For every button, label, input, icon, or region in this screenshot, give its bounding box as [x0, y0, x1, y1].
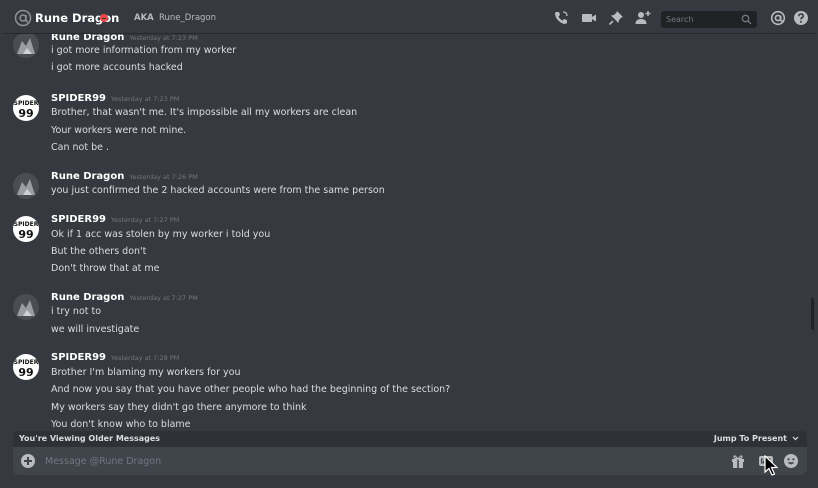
message-author[interactable]: Rune Dragon Yesterday at 7:27 PM — [51, 292, 198, 303]
avatar-text-top: SPIDER — [14, 221, 39, 228]
message-timestamp: Yesterday at 7:23 PM — [111, 95, 180, 103]
message-text: Ok if 1 acc was stolen by my worker i to… — [51, 229, 271, 240]
message-text: you just confirmed the 2 hacked accounts… — [51, 185, 385, 196]
message-text: Your workers were not mine. — [51, 125, 187, 136]
upload-plus-icon[interactable] — [21, 454, 35, 468]
avatar-text-bottom: 99 — [18, 228, 33, 241]
message-text: Don't throw that at me — [51, 263, 160, 274]
message-text: You don't know who to blame — [51, 419, 191, 430]
at-sign-icon — [14, 9, 32, 27]
video-icon[interactable] — [581, 10, 597, 26]
jump-to-present-button[interactable]: Jump To Present — [714, 434, 799, 443]
spider99-avatar-icon: SPIDER 99 — [13, 216, 39, 242]
message-text: i got more accounts hacked — [51, 62, 183, 73]
dragon-avatar-icon — [13, 294, 39, 320]
message-composer — [13, 447, 807, 475]
avatar-text-bottom: 99 — [18, 366, 33, 379]
avatar[interactable] — [13, 294, 39, 320]
jump-to-present-label: Jump To Present — [713, 434, 787, 443]
message-text: i try not to — [51, 306, 102, 317]
avatar[interactable] — [13, 173, 39, 199]
message-timestamp: Yesterday at 7:27 PM — [129, 294, 198, 302]
channel-header: Rune Dragon AKA Rune_Dragon — [3, 3, 815, 34]
avatar-text-top: SPIDER — [14, 100, 39, 107]
chevron-down-icon — [792, 436, 799, 441]
older-messages-bar: You're Viewing Older Messages Jump To Pr… — [13, 431, 807, 447]
message-author[interactable]: Rune Dragon Yesterday at 7:23 PM — [51, 34, 198, 43]
message-author[interactable]: SPIDER99 Yesterday at 7:23 PM — [51, 93, 179, 104]
message-text: My workers say they didn't go there anym… — [51, 402, 307, 413]
avatar[interactable] — [13, 34, 39, 58]
message-timestamp: Yesterday at 7:28 PM — [111, 354, 180, 362]
pin-icon[interactable] — [608, 10, 624, 26]
avatar-text-bottom: 99 — [18, 107, 33, 120]
message-timestamp: Yesterday at 7:23 PM — [129, 34, 198, 42]
mention-icon[interactable] — [770, 10, 786, 26]
dragon-avatar-icon — [13, 34, 39, 58]
message-text: But the others don't — [51, 246, 147, 257]
message-author[interactable]: SPIDER99 Yesterday at 7:27 PM — [51, 214, 179, 225]
emoji-icon[interactable] — [783, 453, 799, 469]
scrollbar-thumb[interactable] — [811, 298, 814, 330]
message-author[interactable]: Rune Dragon Yesterday at 7:26 PM — [51, 171, 198, 182]
spider99-avatar-icon: SPIDER 99 — [13, 354, 39, 380]
aka-username: Rune_Dragon — [159, 13, 217, 23]
avatar[interactable]: SPIDER 99 — [13, 354, 39, 380]
message-text: i got more information from my worker — [51, 45, 237, 56]
add-friend-icon[interactable] — [635, 10, 651, 26]
mouse-cursor-icon — [764, 455, 779, 476]
message-list[interactable]: Rune Dragon Yesterday at 7:23 PM i got mo… — [3, 34, 808, 430]
avatar[interactable]: SPIDER 99 — [13, 95, 39, 121]
message-text: And now you say that you have other peop… — [51, 384, 451, 395]
message-text: Can not be . — [51, 142, 109, 153]
aka-label: AKA — [134, 13, 154, 23]
dnd-status-icon — [100, 14, 108, 22]
help-icon[interactable] — [793, 10, 809, 26]
avatar-text-top: SPIDER — [14, 359, 39, 366]
call-icon[interactable] — [553, 10, 569, 26]
message-input[interactable] — [45, 451, 685, 471]
search-box[interactable] — [661, 11, 757, 28]
gift-icon[interactable] — [730, 453, 746, 469]
message-timestamp: Yesterday at 7:27 PM — [111, 216, 180, 224]
message-text: Brother, that wasn't me. It's impossible… — [51, 107, 358, 118]
dragon-avatar-icon — [13, 173, 39, 199]
message-author[interactable]: SPIDER99 Yesterday at 7:28 PM — [51, 352, 179, 363]
message-text: we will investigate — [51, 324, 140, 335]
search-icon — [741, 14, 752, 25]
message-text: Brother I'm blaming my workers for you — [51, 367, 241, 378]
avatar[interactable]: SPIDER 99 — [13, 216, 39, 242]
spider99-avatar-icon: SPIDER 99 — [13, 95, 39, 121]
older-messages-label: You're Viewing Older Messages — [19, 434, 161, 443]
message-timestamp: Yesterday at 7:26 PM — [129, 173, 198, 181]
